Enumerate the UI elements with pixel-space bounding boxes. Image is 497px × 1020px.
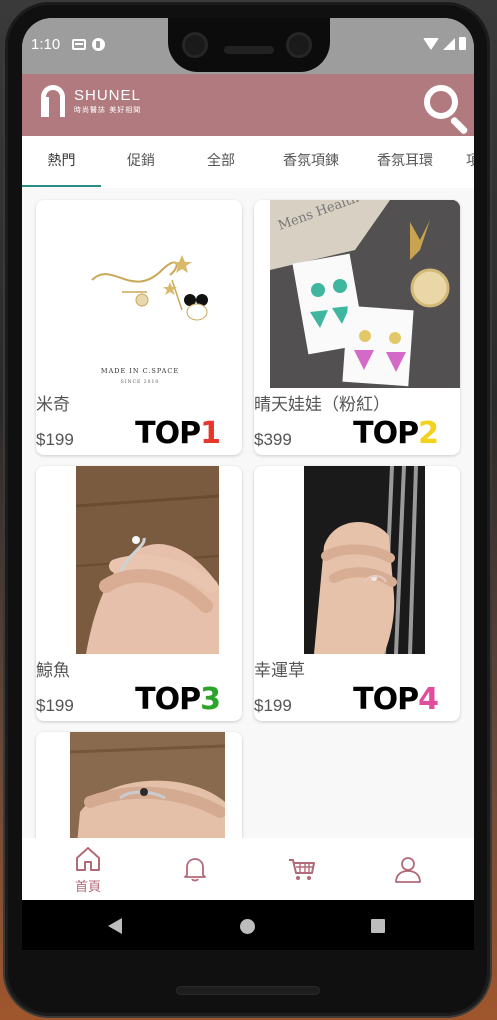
rank-badge: TOP1: [135, 416, 221, 451]
product-image: MADE IN C.SPACE SINCE 2010: [52, 200, 228, 388]
product-image: [304, 466, 425, 655]
search-button[interactable]: [420, 83, 472, 136]
product-price: $199: [254, 696, 292, 715]
tab-sale[interactable]: 促銷: [101, 136, 181, 188]
product-image: Mens Health: [270, 200, 460, 388]
product-price: $199: [36, 430, 74, 449]
product-card[interactable]: [36, 732, 242, 838]
active-tab-indicator: [22, 185, 101, 187]
brand-name: SHUNEL: [74, 87, 141, 104]
product-card[interactable]: MADE IN C.SPACE SINCE 2010 米奇 $199 TOP1: [36, 200, 242, 455]
product-card[interactable]: 幸運草 $199 TOP4: [254, 466, 460, 721]
device-screen: 1:10 SHUNEL 時尚醫誌 美好相聞 熱門 促銷 全部 香氛項鍊 香氛耳環…: [22, 18, 474, 950]
bell-icon: [184, 858, 206, 882]
status-icons: [423, 37, 466, 50]
back-icon[interactable]: [108, 918, 122, 934]
user-icon: [395, 857, 421, 883]
product-name: 米奇: [36, 395, 70, 415]
system-navigation-bar: [22, 900, 474, 950]
camera-notch: [168, 18, 330, 72]
rank-badge: TOP4: [353, 682, 439, 717]
product-name: 鯨魚: [36, 661, 70, 681]
product-card[interactable]: Mens Health 晴天娃娃（粉紅） $399 TOP2: [254, 200, 460, 455]
calendar-notification-icon: [72, 39, 86, 50]
front-camera-icon: [182, 32, 208, 58]
product-image: [69, 732, 226, 838]
tab-all[interactable]: 全部: [181, 136, 261, 188]
home-button-icon[interactable]: [240, 919, 255, 934]
logo-mark-icon: [38, 83, 68, 119]
home-icon: [76, 847, 100, 871]
tab-more[interactable]: 項: [458, 136, 474, 188]
product-price: $199: [36, 696, 74, 715]
photo-subcaption: SINCE 2010: [121, 379, 159, 385]
front-camera-icon: [286, 32, 312, 58]
product-card[interactable]: 鯨魚 $199 TOP3: [36, 466, 242, 721]
earpiece-speaker: [224, 46, 274, 54]
app-content: SHUNEL 時尚醫誌 美好相聞 熱門 促銷 全部 香氛項鍊 香氛耳環 項 MA…: [22, 74, 474, 900]
battery-icon: [459, 37, 466, 50]
tab-fragrance-earring[interactable]: 香氛耳環: [355, 136, 455, 188]
cart-icon: [289, 859, 315, 880]
bottom-speaker: [176, 986, 320, 995]
bottom-navigation: 首頁: [22, 838, 474, 900]
product-price: $399: [254, 430, 292, 449]
nav-profile[interactable]: [368, 838, 448, 900]
product-name: 幸運草: [254, 661, 305, 681]
tab-fragrance-necklace[interactable]: 香氛項鍊: [261, 136, 361, 188]
product-name: 晴天娃娃（粉紅）: [254, 395, 390, 415]
recent-apps-icon[interactable]: [371, 919, 385, 933]
app-header: SHUNEL 時尚醫誌 美好相聞: [22, 74, 474, 136]
search-icon: [424, 85, 458, 119]
rank-badge: TOP3: [135, 682, 221, 717]
photo-caption: MADE IN C.SPACE: [101, 367, 179, 375]
wifi-icon: [423, 37, 439, 50]
tab-hot[interactable]: 熱門: [22, 136, 101, 188]
brand-tagline: 時尚醫誌 美好相聞: [74, 106, 142, 114]
nav-notifications[interactable]: [155, 838, 235, 900]
product-grid: MADE IN C.SPACE SINCE 2010 米奇 $199 TOP1 …: [22, 188, 474, 838]
signal-icon: [443, 37, 455, 50]
rank-badge: TOP2: [353, 416, 439, 451]
nav-home-label: 首頁: [74, 880, 101, 895]
product-image: [75, 466, 220, 654]
category-tabs: 熱門 促銷 全部 香氛項鍊 香氛耳環 項: [22, 136, 474, 188]
status-time: 1:10: [31, 36, 61, 53]
nav-home[interactable]: 首頁: [48, 838, 128, 900]
brand-logo[interactable]: SHUNEL 時尚醫誌 美好相聞: [38, 83, 141, 119]
app-notification-icon: [92, 38, 105, 51]
nav-cart[interactable]: [261, 838, 341, 900]
